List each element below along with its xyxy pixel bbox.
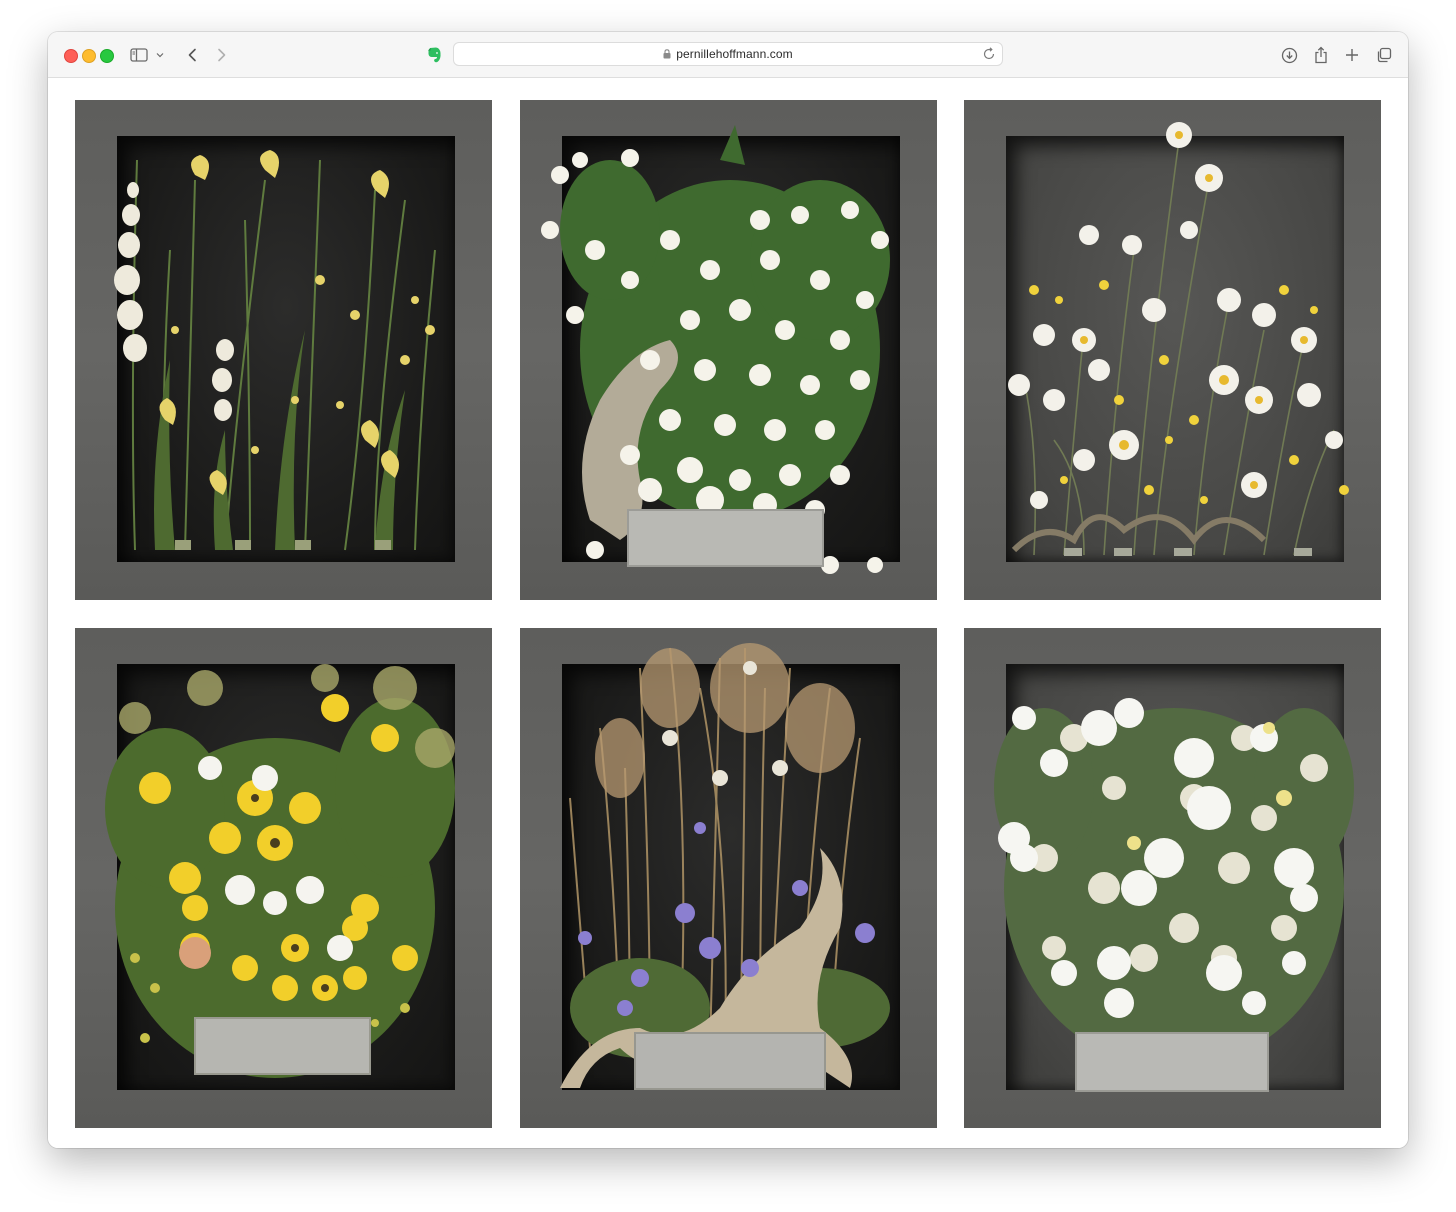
minimize-window-button[interactable] [82, 49, 96, 63]
photo-grass-geranium-arrangement[interactable] [520, 628, 937, 1128]
forward-icon[interactable] [211, 44, 233, 66]
address-bar[interactable]: pernillehoffmann.com [453, 42, 1003, 66]
photo-white-mock-orange-arrangement[interactable] [520, 100, 937, 600]
photo-yellow-coneflower-arrangement[interactable] [75, 628, 492, 1128]
share-icon[interactable] [1310, 44, 1332, 66]
browser-toolbar: pernillehoffmann.com [48, 32, 1408, 78]
browser-window: pernillehoffmann.com [48, 32, 1408, 1148]
download-icon[interactable] [1278, 44, 1300, 66]
flower-illustration [105, 664, 455, 1078]
zoom-window-button[interactable] [100, 49, 114, 63]
url-text: pernillehoffmann.com [676, 47, 793, 61]
chevron-down-icon[interactable] [153, 44, 167, 66]
flower-illustration [541, 125, 890, 574]
photo-daisy-arrangement[interactable] [964, 100, 1381, 600]
flower-illustration [560, 643, 890, 1090]
tab-overview-icon[interactable] [1373, 44, 1395, 66]
photo-yellow-iris-arrangement[interactable] [75, 100, 492, 600]
flower-illustration [114, 150, 436, 551]
lock-icon [663, 49, 671, 59]
photo-white-mallow-arrangement[interactable] [964, 628, 1381, 1128]
back-icon[interactable] [181, 44, 203, 66]
page-content [48, 78, 1408, 1148]
close-window-button[interactable] [64, 49, 78, 63]
sidebar-icon[interactable] [128, 44, 150, 66]
flower-illustration [1008, 122, 1349, 556]
evernote-icon[interactable] [423, 44, 445, 66]
new-tab-icon[interactable] [1341, 44, 1363, 66]
flower-illustration [994, 698, 1354, 1092]
reload-icon[interactable] [982, 47, 996, 61]
